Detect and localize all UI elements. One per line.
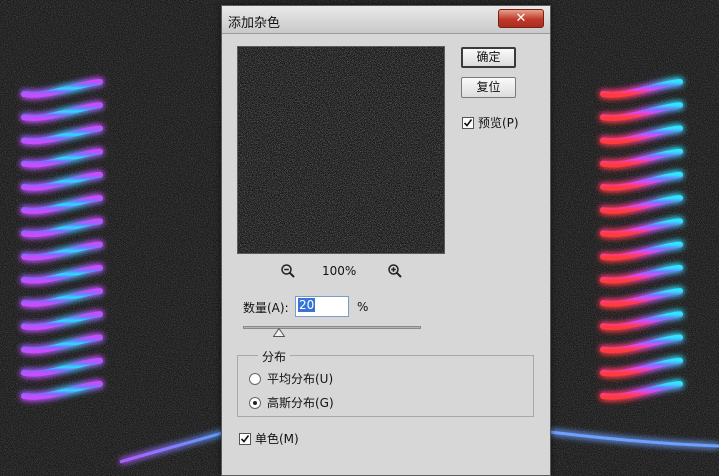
radio-gaussian-button[interactable] xyxy=(249,396,261,409)
amount-unit: % xyxy=(357,300,369,314)
preview-toggle[interactable]: 预览(P) xyxy=(462,114,519,131)
radio-gaussian[interactable]: 高斯分布(G) xyxy=(249,394,334,411)
checkmark-icon xyxy=(463,118,473,127)
preview-label: 预览(P) xyxy=(478,116,519,130)
slider-thumb-icon[interactable] xyxy=(272,328,285,337)
preview-checkbox[interactable] xyxy=(462,116,474,129)
add-noise-dialog: 添加杂色 ✕ 100% 确定 复位 预览(P) 数量(A): 20 % 分布 平… xyxy=(221,5,551,476)
amount-label: 数量(A): xyxy=(243,301,289,315)
radio-uniform[interactable]: 平均分布(U) xyxy=(249,370,333,387)
amount-value: 20 xyxy=(298,298,316,312)
close-button[interactable]: ✕ xyxy=(498,9,544,28)
radio-uniform-button[interactable] xyxy=(249,372,261,385)
dialog-title: 添加杂色 xyxy=(228,16,281,31)
zoom-level: 100% xyxy=(322,264,357,278)
dialog-titlebar[interactable]: 添加杂色 ✕ xyxy=(222,6,550,34)
monochromatic-checkbox[interactable] xyxy=(239,432,251,445)
zoom-out-icon[interactable] xyxy=(280,263,296,279)
zoom-in-icon[interactable] xyxy=(387,263,403,279)
ok-button[interactable]: 确定 xyxy=(461,47,516,68)
monochromatic-toggle[interactable]: 单色(M) xyxy=(239,430,299,447)
noise-preview[interactable] xyxy=(237,46,445,254)
radio-uniform-label: 平均分布(U) xyxy=(267,372,334,386)
distribution-legend: 分布 xyxy=(258,348,291,365)
preview-image xyxy=(238,47,444,253)
radio-gaussian-label: 高斯分布(G) xyxy=(267,396,334,410)
checkmark-icon xyxy=(240,434,250,443)
reset-button[interactable]: 复位 xyxy=(461,77,516,98)
monochromatic-label: 单色(M) xyxy=(255,432,299,446)
amount-slider[interactable] xyxy=(243,326,421,329)
amount-input[interactable]: 20 xyxy=(295,296,349,317)
close-icon: ✕ xyxy=(515,11,527,26)
